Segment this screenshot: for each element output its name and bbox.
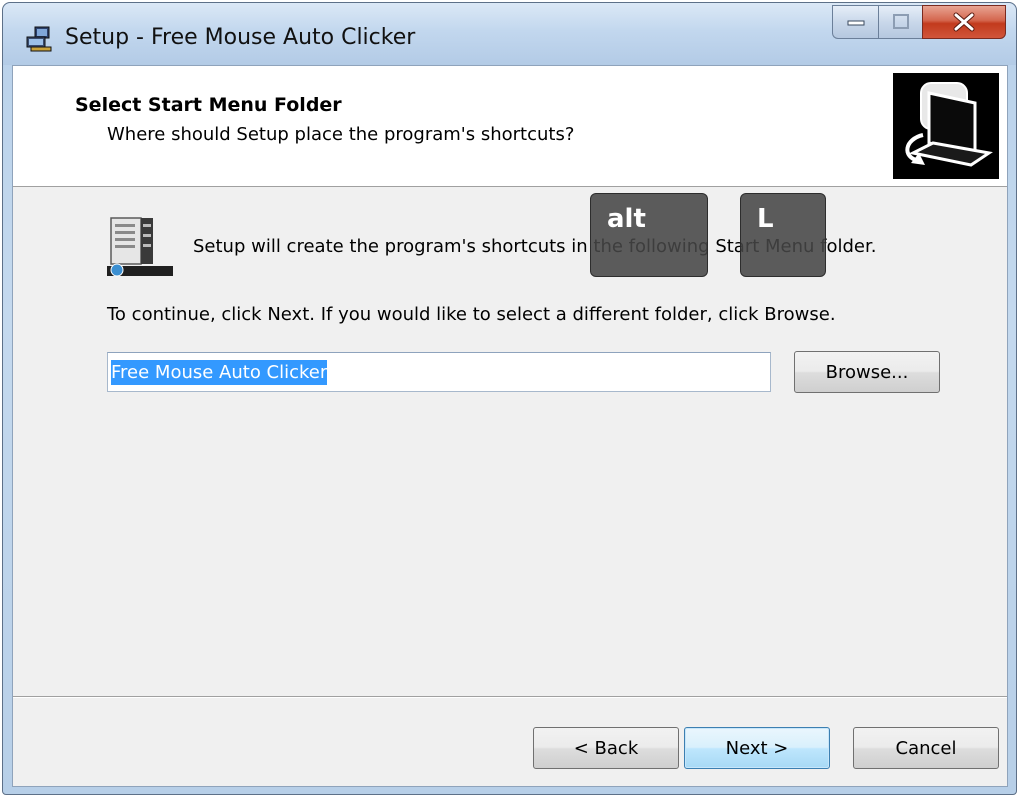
continue-instructions-text: To continue, click Next. If you would li… bbox=[107, 304, 836, 325]
footer-separator bbox=[13, 696, 1007, 698]
keystroke-alt-label: alt bbox=[607, 204, 646, 234]
keystroke-overlay-alt: alt bbox=[590, 193, 708, 277]
start-menu-folder-icon bbox=[107, 217, 173, 277]
close-button[interactable] bbox=[922, 5, 1006, 39]
caption-buttons bbox=[832, 5, 1006, 41]
page-title: Select Start Menu Folder bbox=[75, 94, 342, 116]
maximize-button[interactable] bbox=[878, 5, 922, 39]
minimize-icon bbox=[847, 20, 864, 26]
wizard-header: Select Start Menu Folder Where should Se… bbox=[13, 66, 1007, 187]
close-icon bbox=[953, 12, 975, 32]
minimize-button[interactable] bbox=[832, 5, 878, 39]
setup-window: Setup - Free Mouse Auto Clicker Select S… bbox=[2, 2, 1017, 795]
back-button[interactable]: < Back bbox=[533, 727, 679, 769]
window-title: Setup - Free Mouse Auto Clicker bbox=[65, 25, 416, 50]
browse-button[interactable]: Browse... bbox=[794, 351, 940, 393]
folder-input-selected-text: Free Mouse Auto Clicker bbox=[111, 359, 328, 385]
start-menu-folder-input[interactable]: Free Mouse Auto Clicker bbox=[107, 352, 771, 392]
title-bar[interactable]: Setup - Free Mouse Auto Clicker bbox=[3, 3, 1016, 65]
maximize-icon bbox=[892, 14, 909, 29]
page-subtitle: Where should Setup place the program's s… bbox=[107, 124, 575, 145]
cancel-button[interactable]: Cancel bbox=[853, 727, 999, 769]
keystroke-overlay-l: L bbox=[740, 193, 826, 277]
computer-setup-icon bbox=[893, 73, 999, 179]
keystroke-l-label: L bbox=[757, 204, 774, 234]
wizard-client-area: Select Start Menu Folder Where should Se… bbox=[12, 65, 1008, 787]
next-button[interactable]: Next > bbox=[684, 727, 830, 769]
setup-app-icon bbox=[26, 26, 52, 52]
